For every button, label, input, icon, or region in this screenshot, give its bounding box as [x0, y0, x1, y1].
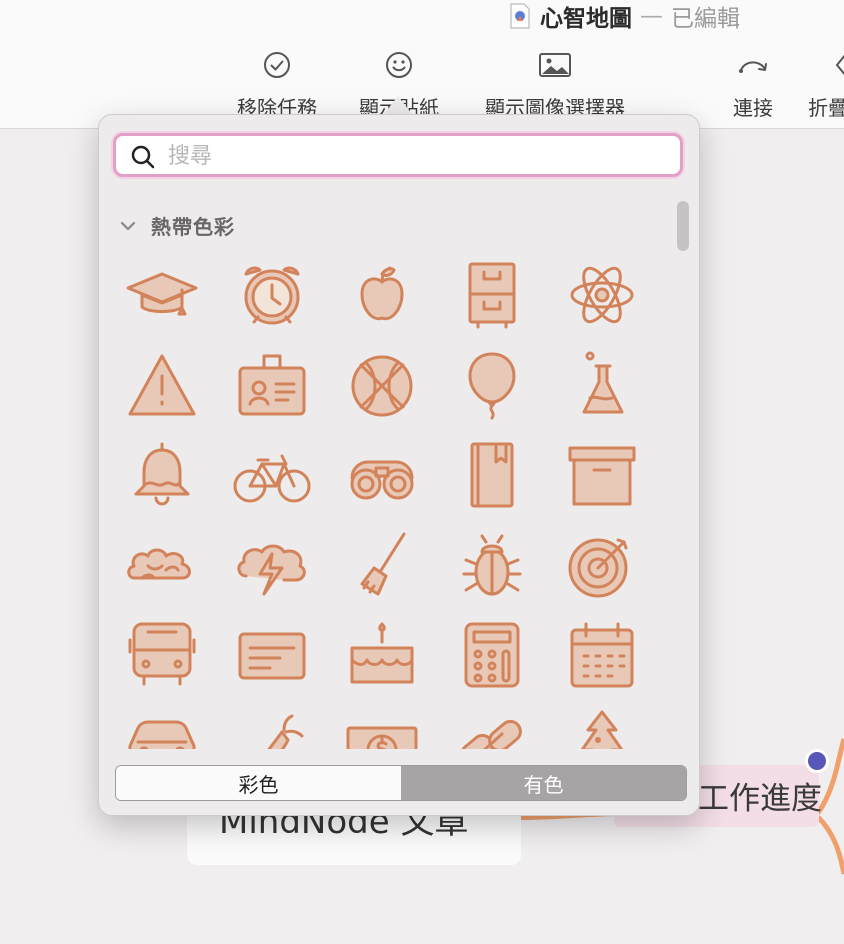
atom-icon[interactable] [557, 255, 647, 335]
bug-icon[interactable] [447, 525, 537, 605]
card-icon[interactable] [227, 615, 317, 695]
chevron-left-icon [835, 54, 844, 76]
sticker-picker-popover: 熱帶色彩 [98, 114, 700, 816]
image-icon [539, 53, 571, 77]
calculator-icon[interactable] [447, 615, 537, 695]
chevron-down-icon [120, 221, 136, 230]
search-input[interactable] [166, 138, 660, 174]
section-header[interactable]: 熱帶色彩 [119, 211, 235, 240]
balloon-icon[interactable] [447, 345, 537, 425]
search-box[interactable] [113, 133, 683, 177]
calendar-icon[interactable] [557, 615, 647, 695]
brain-icon[interactable] [117, 525, 207, 605]
check-circle-icon [264, 52, 290, 78]
cash-icon[interactable] [337, 705, 427, 749]
smiley-icon [386, 52, 412, 78]
cake-icon[interactable] [337, 615, 427, 695]
book-icon[interactable] [447, 435, 537, 515]
node-label: 工作進度 [698, 781, 822, 817]
document-title: 心智地圖 [540, 6, 632, 32]
broom-icon[interactable] [337, 525, 427, 605]
document-icon [510, 3, 530, 29]
box-icon[interactable] [557, 435, 647, 515]
show-image-picker-button[interactable]: 顯示圖像選擇器 [485, 48, 625, 121]
collapse-button[interactable]: 折疊 [780, 48, 844, 121]
node-connection-handle[interactable] [805, 749, 829, 773]
carrot-icon[interactable] [227, 705, 317, 749]
christmas-tree-icon[interactable] [557, 705, 647, 749]
collapse-label: 折疊 [808, 96, 844, 120]
binoculars-icon[interactable] [337, 435, 427, 515]
remove-task-button[interactable]: 移除任務 [212, 48, 342, 121]
sticker-scrollbar[interactable] [671, 193, 691, 749]
flask-icon[interactable] [557, 345, 647, 425]
graduation-cap-icon[interactable] [117, 255, 207, 335]
sticker-grid [117, 255, 663, 749]
id-badge-icon[interactable] [227, 345, 317, 425]
search-icon [131, 145, 155, 169]
bus-icon[interactable] [117, 615, 207, 695]
file-cabinet-icon[interactable] [447, 255, 537, 335]
toolbar: 心智地圖 — 已編輯 移除任務 顯示貼紙 顯示圖像選擇器 連接 折疊 [0, 0, 844, 129]
car-icon[interactable] [117, 705, 207, 749]
popover-arrow [384, 96, 412, 114]
chain-link-icon[interactable] [447, 705, 537, 749]
sticker-style-toggle[interactable]: 彩色 有色 [115, 765, 687, 801]
target-icon[interactable] [557, 525, 647, 605]
style-option-tinted[interactable]: 有色 [401, 766, 686, 800]
basketball-icon[interactable] [337, 345, 427, 425]
brainstorm-icon[interactable] [227, 525, 317, 605]
window-title: 心智地圖 — 已編輯 [508, 0, 740, 32]
alarm-clock-icon[interactable] [227, 255, 317, 335]
bell-icon[interactable] [117, 435, 207, 515]
document-status: 已編輯 [671, 6, 740, 32]
connect-arrow-icon [739, 61, 767, 73]
scrollbar-thumb[interactable] [677, 201, 689, 251]
warning-icon[interactable] [117, 345, 207, 425]
title-separator: — [640, 3, 663, 29]
apple-icon[interactable] [337, 255, 427, 335]
style-option-color[interactable]: 彩色 [116, 766, 401, 800]
bicycle-icon[interactable] [227, 435, 317, 515]
connect-label: 連接 [733, 96, 773, 120]
section-title: 熱帶色彩 [151, 215, 235, 239]
